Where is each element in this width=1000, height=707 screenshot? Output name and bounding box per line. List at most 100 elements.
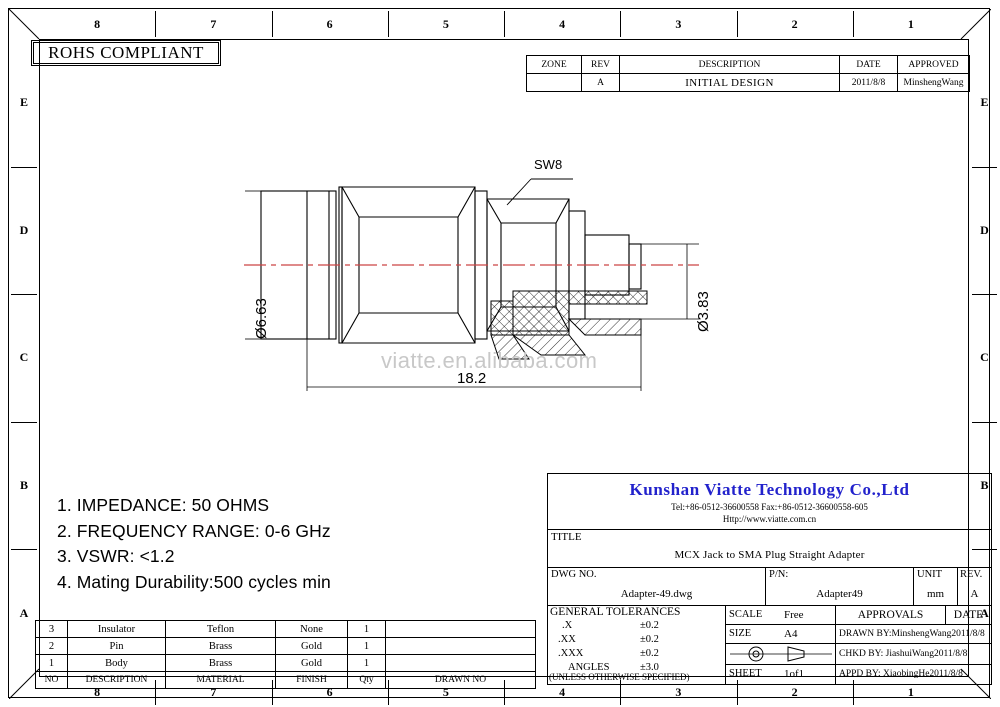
pn-cell: P/N: Adapter49: [766, 568, 914, 606]
scale-cell: SCALE Free: [726, 606, 836, 625]
dwg-no-cell: DWG NO. Adapter-49.dwg: [548, 568, 766, 606]
bom-header-no: NO: [35, 671, 68, 689]
tolerance-name-xxx: .XXX: [558, 648, 584, 659]
bom-qty: 1: [347, 654, 386, 672]
rev-value: A: [970, 588, 979, 600]
company-tel-fax: Tel:+86-0512-36600558 Fax:+86-0512-36600…: [671, 501, 868, 512]
zone-divider: [972, 166, 997, 168]
watermark: viatte.en.alibaba.com: [381, 348, 598, 373]
bill-of-materials-table: 3 Insulator Teflon None 1 2 Pin Brass Go…: [35, 620, 536, 689]
zone-col-top-5: 5: [442, 16, 449, 31]
dim-diameter-right-label: Ø3.83: [695, 291, 712, 332]
bom-material: Teflon: [165, 620, 276, 638]
bom-header-drawn-no: DRAWN NO: [385, 671, 536, 689]
bom-qty: 1: [347, 620, 386, 638]
zone-divider: [271, 11, 273, 37]
chkd-by-cell: CHKD BY: JiashuiWang2011/8/8: [836, 644, 991, 665]
bom-header-finish: FINISH: [275, 671, 348, 689]
note-mating-durability: 4. Mating Durability:500 cycles min: [57, 571, 331, 592]
zone-divider: [387, 11, 389, 37]
dwg-no-label: DWG NO.: [551, 569, 597, 580]
zone-divider: [11, 166, 37, 168]
tolerance-value-xx: ±0.2: [640, 634, 659, 645]
zone-row-left-B: B: [19, 478, 28, 493]
scale-label: SCALE: [729, 609, 763, 620]
bom-description: Insulator: [67, 620, 166, 638]
zone-divider: [155, 11, 157, 37]
zone-divider: [11, 294, 37, 296]
company-website: Http://www.viatte.com.cn: [722, 513, 817, 524]
zone-divider: [11, 421, 37, 423]
dim-diameter-left-label: Ø6.63: [253, 298, 270, 339]
company-name: Kunshan Viatte Technology Co.,Ltd: [629, 479, 910, 499]
bom-drawn-no: [385, 637, 536, 655]
tolerance-name-x: .X: [562, 620, 573, 631]
sw8-leader-line: [506, 178, 573, 206]
zone-divider: [620, 11, 622, 37]
approvals-date-label: DATE: [953, 609, 984, 621]
bom-header-qty: Qty: [347, 671, 386, 689]
scale-value: Free: [784, 609, 804, 621]
bom-qty: 1: [347, 637, 386, 655]
size-value: A4: [784, 628, 798, 640]
bom-header-material: MATERIAL: [165, 671, 276, 689]
company-header: Kunshan Viatte Technology Co.,Ltd Tel:+8…: [548, 474, 991, 530]
zone-col-top-7: 7: [210, 16, 217, 31]
bom-header-description: DESCRIPTION: [67, 671, 166, 689]
appd-by-cell: APPD BY: XiaobingHe2011/8/8: [836, 665, 991, 684]
bom-material: Brass: [165, 654, 276, 672]
appd-by-value: APPD BY: XiaobingHe2011/8/8: [839, 669, 963, 679]
zone-col-top-6: 6: [326, 16, 333, 31]
zone-row-right-D: D: [980, 222, 989, 237]
sw8-callout-label: SW8: [534, 157, 563, 172]
zone-col-top-3: 3: [675, 16, 682, 31]
title-block: Kunshan Viatte Technology Co.,Ltd Tel:+8…: [547, 473, 992, 685]
bom-description: Pin: [67, 637, 166, 655]
bom-material: Brass: [165, 637, 276, 655]
drawing-sheet: 87654321 87654321 EDCBA EDCBA ROHS COMPL…: [8, 8, 997, 705]
unit-label: UNIT: [917, 569, 943, 580]
drawn-by-cell: DRAWN BY:MinshengWang2011/8/8: [836, 625, 991, 644]
rev-label: REV.: [960, 569, 983, 580]
zone-col-top-4: 4: [559, 16, 566, 31]
approvals-date-label-cell: DATE: [946, 606, 991, 625]
dwg-no-value: Adapter-49.dwg: [620, 588, 693, 600]
connector-geometry: [244, 178, 699, 391]
bom-no: 3: [35, 620, 68, 638]
chkd-by-value: CHKD BY: JiashuiWang2011/8/8: [839, 649, 968, 659]
sheet-label: SHEET: [729, 668, 762, 679]
sheet-value: 1of1: [784, 668, 805, 680]
general-tolerances-cell: GENERAL TOLERANCES .X ±0.2 .XX ±0.2 .XXX…: [548, 606, 726, 684]
projection-symbol-cell: [726, 644, 836, 665]
approvals-label-cell: APPROVALS: [836, 606, 946, 625]
zone-row-right-C: C: [980, 350, 989, 365]
title-row: TITLE MCX Jack to SMA Plug Straight Adap…: [548, 530, 991, 568]
tolerances-title: GENERAL TOLERANCES: [550, 606, 681, 618]
zone-col-top-1: 1: [907, 16, 914, 31]
bom-drawn-no: [385, 620, 536, 638]
bom-header-row: NO DESCRIPTION MATERIAL FINISH Qty DRAWN…: [35, 671, 536, 689]
zone-divider: [11, 549, 37, 551]
title-label: TITLE: [551, 531, 582, 543]
zone-divider: [852, 11, 854, 37]
bom-finish: None: [275, 620, 348, 638]
zone-divider: [972, 421, 997, 423]
zone-divider: [736, 11, 738, 37]
tolerance-name-xx: .XX: [558, 634, 576, 645]
bom-row: 3 Insulator Teflon None 1: [35, 620, 536, 638]
zone-row-left-C: C: [19, 350, 29, 365]
bom-drawn-no: [385, 654, 536, 672]
bom-row: 1 Body Brass Gold 1: [35, 654, 536, 672]
drawn-by-value: DRAWN BY:MinshengWang2011/8/8: [839, 629, 985, 639]
note-impedance: 1. IMPEDANCE: 50 OHMS: [57, 495, 270, 515]
size-label: SIZE: [729, 628, 752, 639]
bom-finish: Gold: [275, 654, 348, 672]
first-angle-projection-icon: [730, 646, 832, 662]
note-vswr: 3. VSWR: <1.2: [57, 546, 175, 566]
specification-notes: 1. IMPEDANCE: 50 OHMS 2. FREQUENCY RANGE…: [57, 493, 497, 595]
title-value: MCX Jack to SMA Plug Straight Adapter: [674, 549, 865, 561]
zone-col-top-8: 8: [94, 16, 101, 31]
bom-finish: Gold: [275, 637, 348, 655]
approvals-label: APPROVALS: [857, 609, 924, 621]
unit-cell: UNIT mm: [914, 568, 958, 606]
